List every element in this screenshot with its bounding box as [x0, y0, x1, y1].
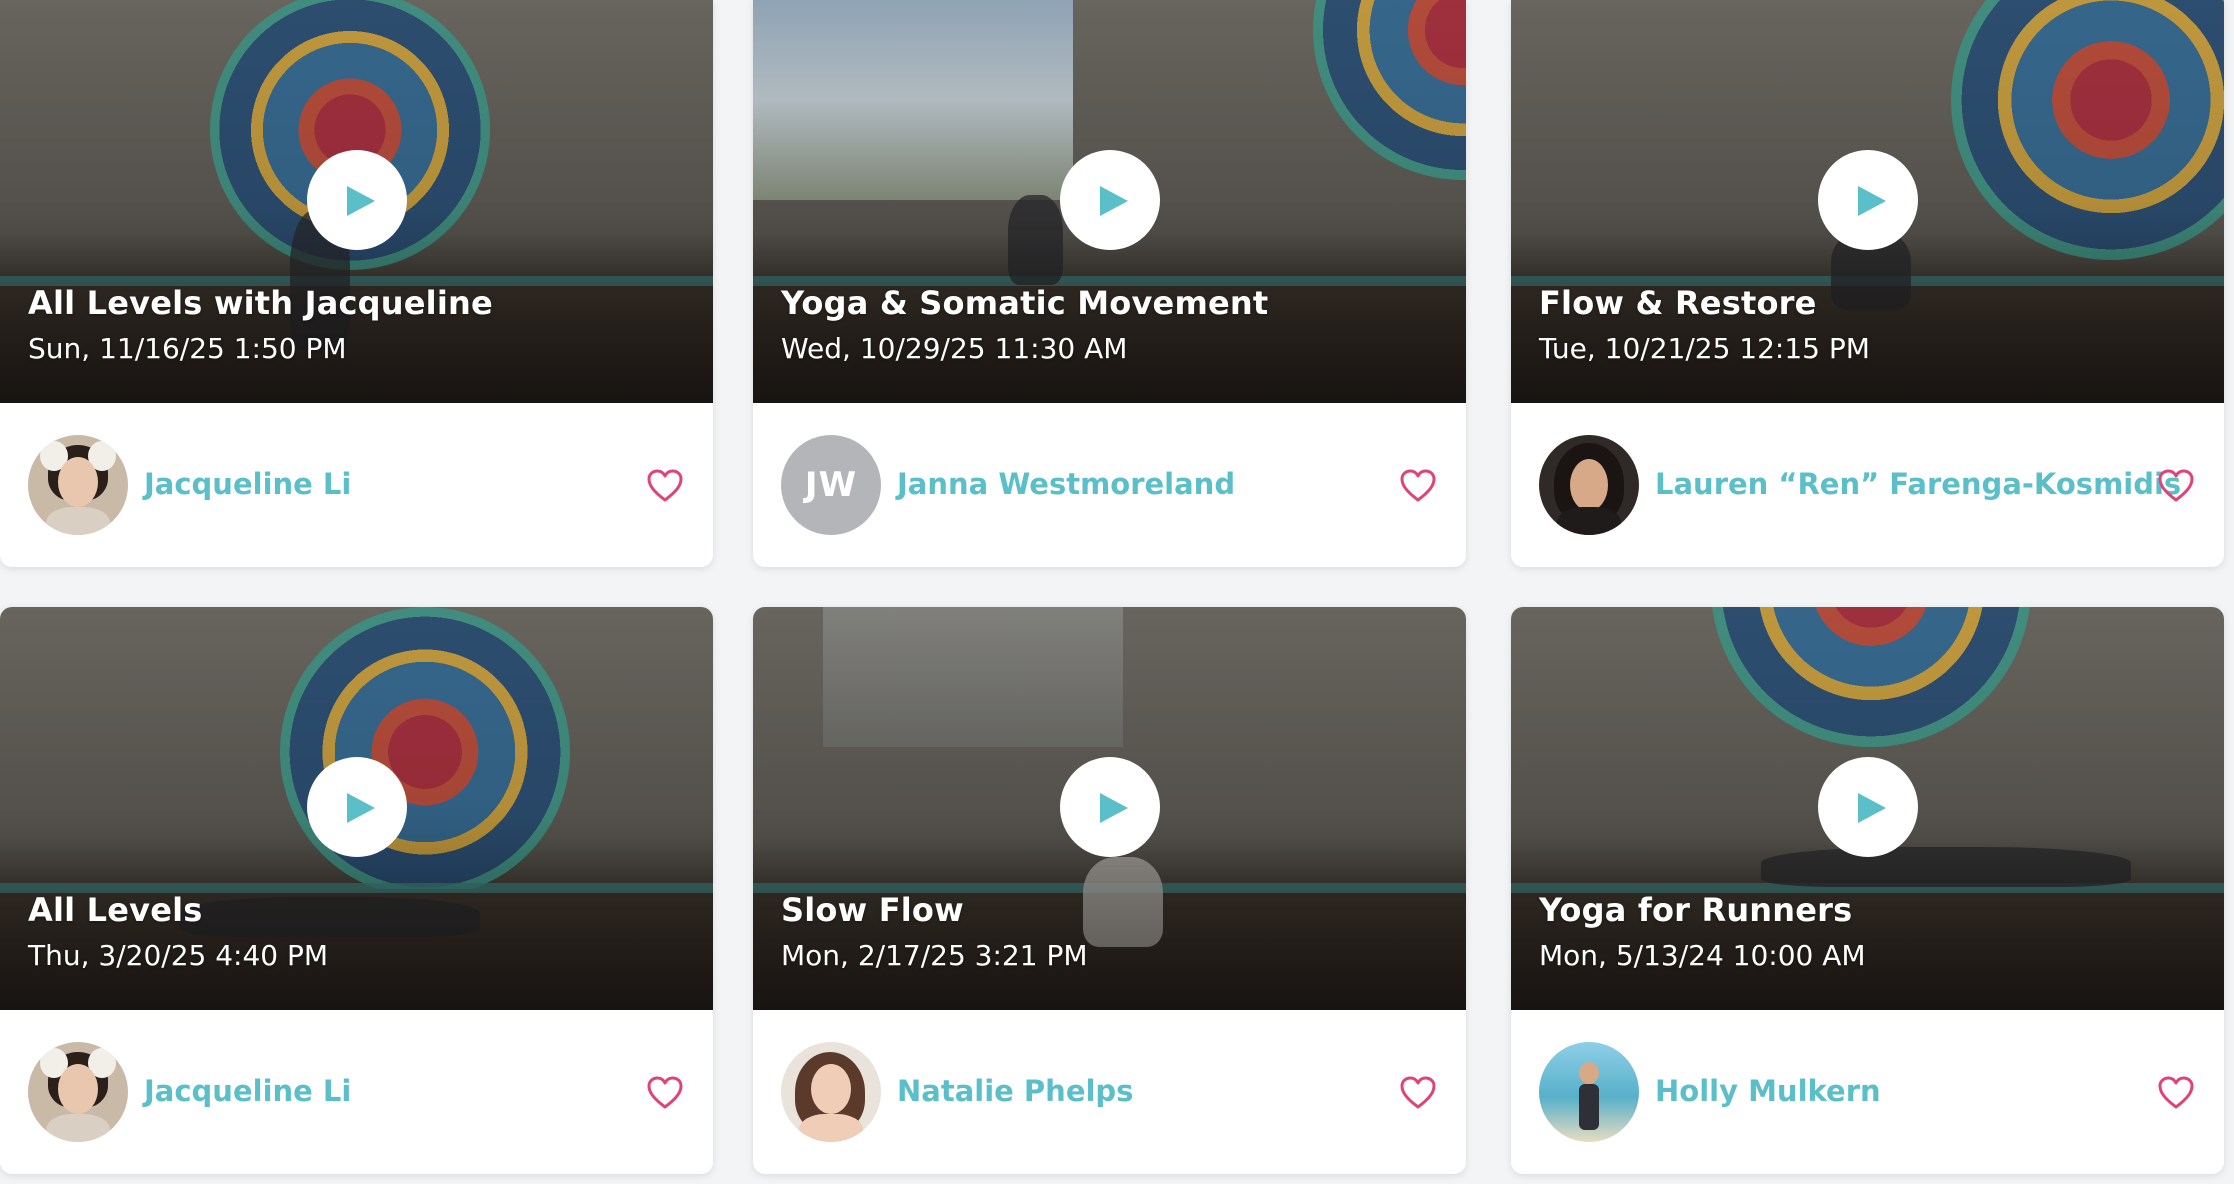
instructor-avatar-initials[interactable]: JW — [781, 435, 881, 535]
card-footer: Jacqueline Li — [0, 403, 713, 567]
play-button[interactable] — [306, 757, 407, 857]
instructor-name[interactable]: Janna Westmoreland — [897, 467, 1235, 501]
video-thumbnail[interactable]: Yoga & Somatic Movement Wed, 10/29/25 11… — [753, 0, 1466, 403]
video-card-grid: All Levels with Jacqueline Sun, 11/16/25… — [0, 0, 2234, 1184]
play-button[interactable] — [1059, 150, 1160, 250]
video-datetime: Tue, 10/21/25 12:15 PM — [1539, 332, 1870, 365]
video-datetime: Sun, 11/16/25 1:50 PM — [28, 332, 347, 365]
video-title: Flow & Restore — [1539, 284, 1817, 322]
video-thumbnail[interactable]: All Levels with Jacqueline Sun, 11/16/25… — [0, 0, 713, 403]
play-button[interactable] — [1059, 757, 1160, 857]
instructor-name[interactable]: Jacqueline Li — [144, 467, 351, 501]
card-footer: JW Janna Westmoreland — [753, 403, 1466, 567]
instructor-avatar[interactable] — [1539, 1042, 1639, 1142]
video-title: All Levels — [28, 891, 203, 929]
video-title: All Levels with Jacqueline — [28, 284, 493, 322]
video-card[interactable]: Yoga for Runners Mon, 5/13/24 10:00 AM H… — [1511, 607, 2224, 1174]
instructor-avatar[interactable] — [1539, 435, 1639, 535]
video-card[interactable]: Slow Flow Mon, 2/17/25 3:21 PM Natalie P… — [753, 607, 1466, 1174]
video-card[interactable]: Flow & Restore Tue, 10/21/25 12:15 PM La… — [1511, 0, 2224, 567]
instructor-avatar[interactable] — [28, 435, 128, 535]
video-card[interactable]: All Levels Thu, 3/20/25 4:40 PM Jacqueli… — [0, 607, 713, 1174]
play-icon — [1857, 793, 1886, 823]
play-icon — [346, 186, 375, 216]
heart-outline-icon[interactable] — [2158, 469, 2194, 503]
heart-outline-icon[interactable] — [1400, 469, 1436, 503]
card-footer: Lauren “Ren” Farenga-Kosmidis — [1511, 403, 2224, 567]
video-card[interactable]: Yoga & Somatic Movement Wed, 10/29/25 11… — [753, 0, 1466, 567]
play-button[interactable] — [306, 150, 407, 250]
instructor-avatar[interactable] — [28, 1042, 128, 1142]
instructor-name[interactable]: Holly Mulkern — [1655, 1074, 1881, 1108]
video-title: Yoga & Somatic Movement — [781, 284, 1269, 322]
video-thumbnail[interactable]: Slow Flow Mon, 2/17/25 3:21 PM — [753, 607, 1466, 1010]
video-datetime: Mon, 2/17/25 3:21 PM — [781, 939, 1088, 972]
instructor-name[interactable]: Jacqueline Li — [144, 1074, 351, 1108]
video-datetime: Thu, 3/20/25 4:40 PM — [28, 939, 329, 972]
video-thumbnail[interactable]: Flow & Restore Tue, 10/21/25 12:15 PM — [1511, 0, 2224, 403]
play-icon — [1099, 186, 1128, 216]
video-title: Yoga for Runners — [1539, 891, 1853, 929]
heart-outline-icon[interactable] — [2158, 1076, 2194, 1110]
video-thumbnail[interactable]: All Levels Thu, 3/20/25 4:40 PM — [0, 607, 713, 1010]
heart-outline-icon[interactable] — [647, 1076, 683, 1110]
play-icon — [346, 793, 375, 823]
card-footer: Jacqueline Li — [0, 1010, 713, 1174]
instructor-avatar[interactable] — [781, 1042, 881, 1142]
instructor-name[interactable]: Natalie Phelps — [897, 1074, 1133, 1108]
card-footer: Natalie Phelps — [753, 1010, 1466, 1174]
play-icon — [1857, 186, 1886, 216]
video-datetime: Mon, 5/13/24 10:00 AM — [1539, 939, 1866, 972]
heart-outline-icon[interactable] — [1400, 1076, 1436, 1110]
instructor-name[interactable]: Lauren “Ren” Farenga-Kosmidis — [1655, 467, 2181, 501]
card-footer: Holly Mulkern — [1511, 1010, 2224, 1174]
play-icon — [1099, 793, 1128, 823]
play-button[interactable] — [1817, 757, 1918, 857]
video-thumbnail[interactable]: Yoga for Runners Mon, 5/13/24 10:00 AM — [1511, 607, 2224, 1010]
video-card[interactable]: All Levels with Jacqueline Sun, 11/16/25… — [0, 0, 713, 567]
heart-outline-icon[interactable] — [647, 469, 683, 503]
video-datetime: Wed, 10/29/25 11:30 AM — [781, 332, 1128, 365]
play-button[interactable] — [1817, 150, 1918, 250]
video-title: Slow Flow — [781, 891, 964, 929]
